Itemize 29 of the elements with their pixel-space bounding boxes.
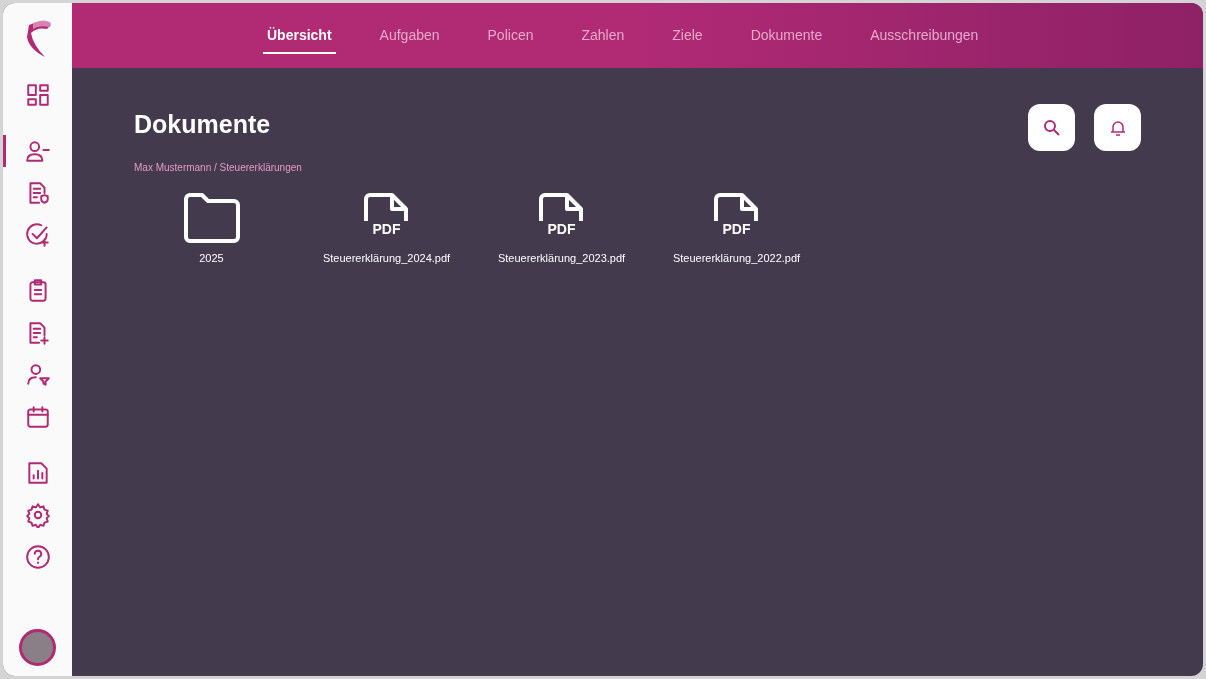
search-button[interactable] bbox=[1028, 104, 1075, 151]
avatar[interactable] bbox=[19, 629, 56, 666]
settings-icon bbox=[24, 502, 51, 528]
dashboard-icon bbox=[24, 82, 51, 108]
notification-button[interactable] bbox=[1094, 104, 1141, 151]
file-name[interactable]: Steuererklärung_2022.pdf bbox=[672, 250, 801, 267]
nav-tab[interactable]: Dokumente bbox=[746, 17, 827, 54]
check-plus-icon bbox=[24, 222, 51, 248]
user-minus-icon bbox=[24, 138, 51, 164]
help-icon bbox=[24, 544, 51, 570]
user-filter-icon bbox=[24, 362, 51, 388]
file-name[interactable]: 2025 bbox=[199, 250, 224, 267]
nav-tab[interactable]: Zahlen bbox=[577, 17, 629, 54]
nav-tab[interactable]: Ausschreibungen bbox=[866, 17, 983, 54]
file-name[interactable]: Steuererklärung_2023.pdf bbox=[497, 250, 626, 267]
pdf-label: PDF bbox=[722, 221, 751, 237]
calendar-icon bbox=[24, 404, 51, 430]
pdf-label: PDF bbox=[547, 221, 576, 237]
file-name[interactable]: Steuererklärung_2024.pdf bbox=[322, 250, 451, 267]
nav-tab[interactable]: Aufgaben bbox=[375, 17, 444, 54]
breadcrumb[interactable]: Max Mustermann / Steuererklärungen bbox=[134, 160, 1141, 175]
nav-tab[interactable]: Ziele bbox=[668, 17, 707, 54]
search-icon bbox=[1042, 118, 1061, 137]
nav-tab[interactable]: Übersicht bbox=[263, 17, 336, 54]
folder-icon[interactable] bbox=[181, 193, 242, 245]
bell-icon bbox=[1108, 118, 1127, 137]
page-title: Dokumente bbox=[134, 109, 271, 140]
nav-tab[interactable]: Policen bbox=[483, 17, 538, 54]
pdf-label: PDF bbox=[372, 221, 401, 237]
